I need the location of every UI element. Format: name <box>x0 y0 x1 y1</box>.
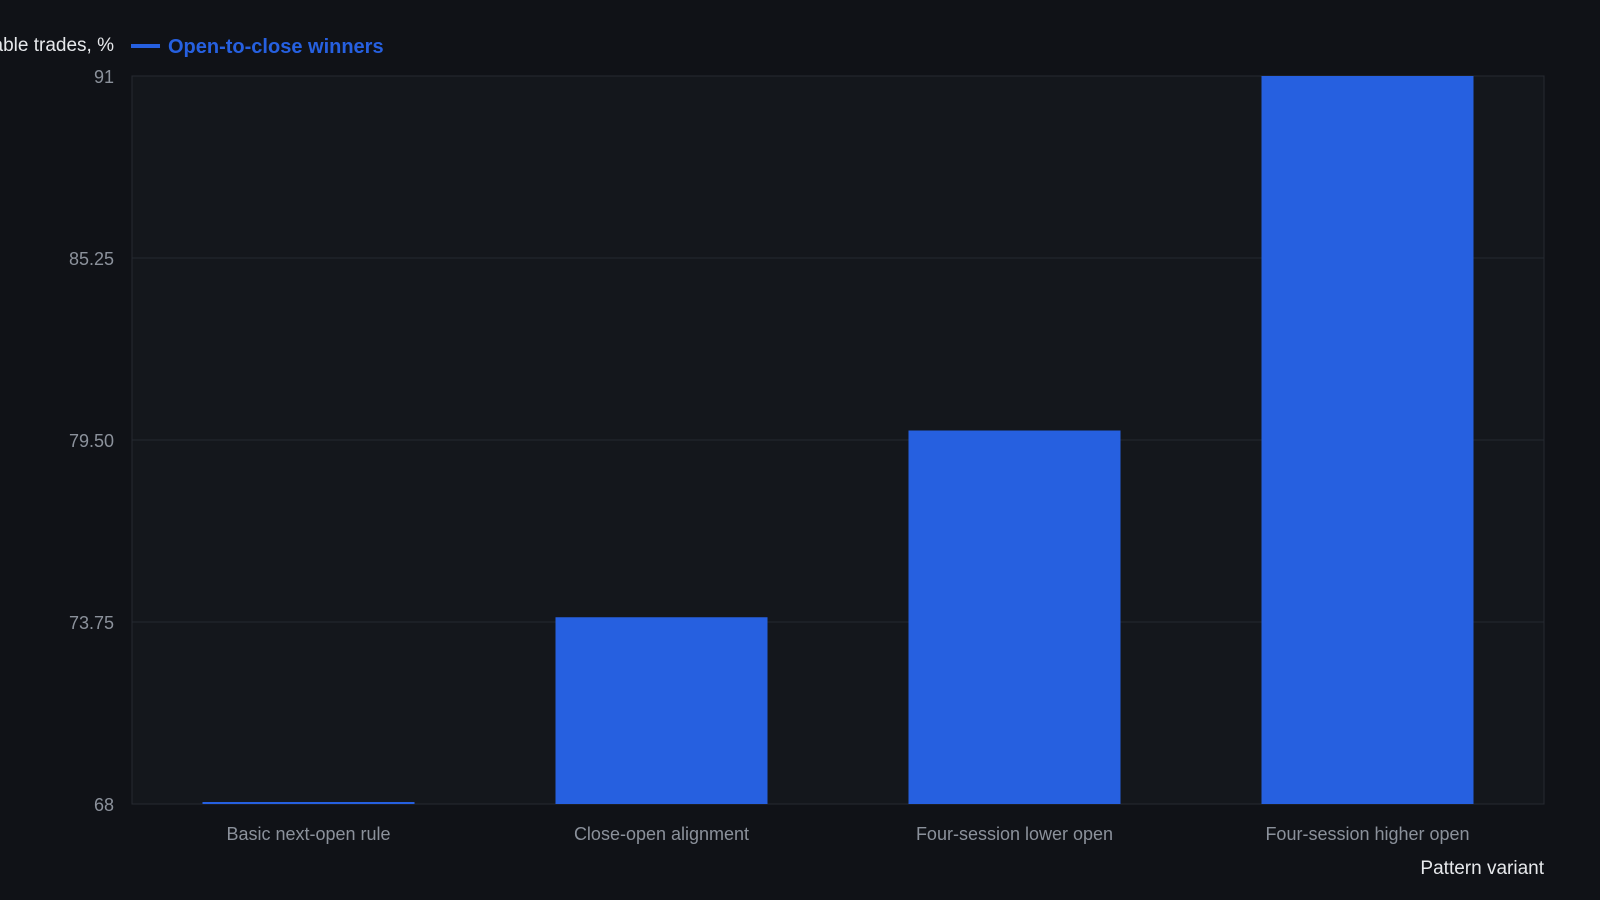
bar[interactable] <box>1261 76 1474 804</box>
legend: Profitable trades, % Open-to-close winne… <box>0 35 384 58</box>
y-tick-label: 68 <box>94 795 114 815</box>
x-tick-label: Four-session higher open <box>1265 824 1469 844</box>
x-axis-title: Pattern variant <box>1420 858 1544 879</box>
bar[interactable] <box>202 802 415 804</box>
bar[interactable] <box>908 430 1121 804</box>
bar-chart: 68 73.75 79.50 85.25 91 Basic next-open rule… <box>0 35 1545 879</box>
legend-label: Open-to-close winners <box>168 36 384 58</box>
y-axis-title: Profitable trades, % <box>0 35 114 56</box>
x-tick-label: Four-session lower open <box>916 824 1113 844</box>
bar[interactable] <box>555 617 768 804</box>
y-axis-ticks: 68 73.75 79.50 85.25 91 <box>69 67 114 815</box>
x-axis-ticks: Basic next-open rule Close-open alignment… <box>226 824 1469 844</box>
y-tick-label: 73.75 <box>69 613 114 633</box>
x-tick-label: Close-open alignment <box>574 824 749 844</box>
y-tick-label: 91 <box>94 67 114 87</box>
x-tick-label: Basic next-open rule <box>226 824 390 844</box>
y-tick-label: 85.25 <box>69 249 114 269</box>
y-tick-label: 79.50 <box>69 431 114 451</box>
